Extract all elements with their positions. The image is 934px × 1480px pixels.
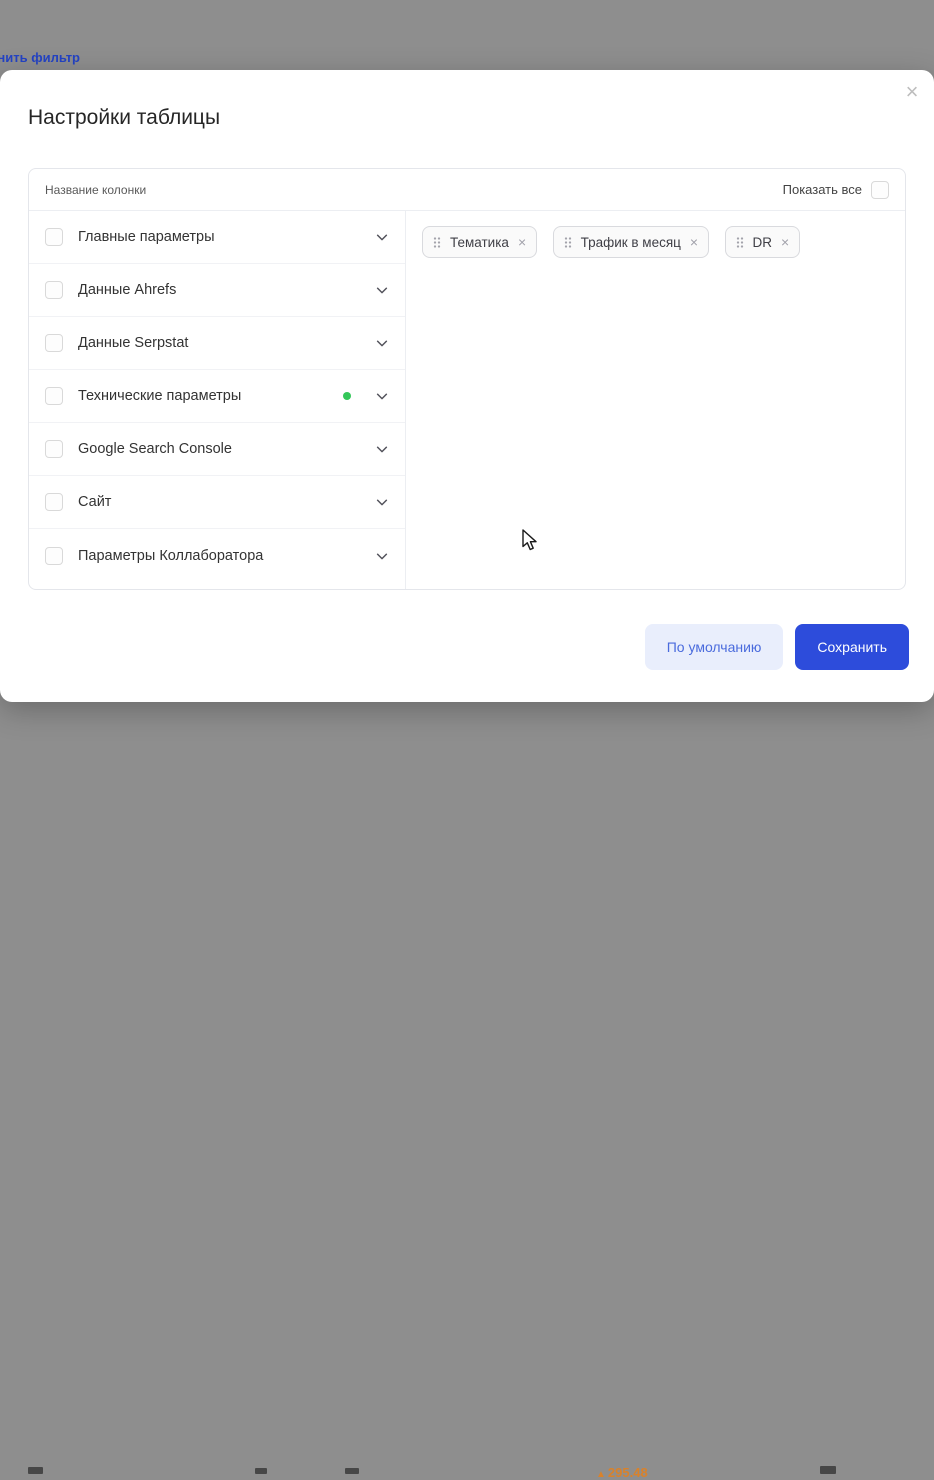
category-checkbox[interactable] xyxy=(45,281,63,299)
modal-title: Настройки таблицы xyxy=(28,106,220,130)
drag-handle-icon[interactable] xyxy=(433,236,441,249)
clipped-text-fragment xyxy=(28,1467,43,1474)
chevron-down-icon[interactable] xyxy=(375,336,389,350)
chevron-down-icon[interactable] xyxy=(375,442,389,456)
column-chip-trafik[interactable]: Трафик в месяц × xyxy=(553,226,710,258)
category-checkbox[interactable] xyxy=(45,334,63,352)
clipped-text-fragment xyxy=(255,1468,267,1474)
chip-label: DR xyxy=(753,235,773,250)
dimmed-page-bottom: ▲295.48 xyxy=(0,702,934,772)
category-checkbox[interactable] xyxy=(45,387,63,405)
category-checkbox[interactable] xyxy=(45,547,63,565)
selected-columns-area: Тематика × Трафик в месяц × xyxy=(406,211,905,590)
stat-number: 295.48 xyxy=(608,1465,648,1480)
category-label: Главные параметры xyxy=(78,229,360,245)
chevron-down-icon[interactable] xyxy=(375,283,389,297)
chevron-down-icon[interactable] xyxy=(375,389,389,403)
category-row-site[interactable]: Сайт xyxy=(29,476,405,529)
category-row-google-search-console[interactable]: Google Search Console xyxy=(29,423,405,476)
dimmed-page-top: Сохранить фильтр xyxy=(0,0,934,70)
show-all-label: Показать все xyxy=(783,182,862,197)
chevron-down-icon[interactable] xyxy=(375,495,389,509)
clipped-stat-value: ▲295.48 xyxy=(596,1465,648,1480)
chip-label: Трафик в месяц xyxy=(581,235,681,250)
category-label: Сайт xyxy=(78,494,360,510)
category-list: Главные параметры Данные Ahrefs Данные S… xyxy=(29,211,406,590)
column-chip-dr[interactable]: DR × xyxy=(725,226,801,258)
category-row-serpstat[interactable]: Данные Serpstat xyxy=(29,317,405,370)
category-label: Данные Serpstat xyxy=(78,335,360,351)
category-checkbox[interactable] xyxy=(45,493,63,511)
remove-chip-icon[interactable]: × xyxy=(690,235,698,249)
category-row-technical-params[interactable]: Технические параметры xyxy=(29,370,405,423)
remove-chip-icon[interactable]: × xyxy=(518,235,526,249)
category-row-collaborator-params[interactable]: Параметры Коллаборатора xyxy=(29,529,405,582)
clipped-text-fragment xyxy=(820,1466,836,1474)
close-icon[interactable]: × xyxy=(900,80,924,104)
category-row-ahrefs[interactable]: Данные Ahrefs xyxy=(29,264,405,317)
green-status-dot xyxy=(343,392,351,400)
default-settings-button[interactable]: По умолчанию xyxy=(645,624,784,670)
drag-handle-icon[interactable] xyxy=(736,236,744,249)
category-checkbox[interactable] xyxy=(45,440,63,458)
column-name-label: Название колонки xyxy=(45,183,146,197)
category-label: Данные Ahrefs xyxy=(78,282,360,298)
save-filter-link[interactable]: Сохранить фильтр xyxy=(0,50,80,65)
drag-handle-icon[interactable] xyxy=(564,236,572,249)
chevron-down-icon[interactable] xyxy=(375,549,389,563)
chip-label: Тематика xyxy=(450,235,509,250)
chevron-down-icon[interactable] xyxy=(375,230,389,244)
category-label: Параметры Коллаборатора xyxy=(78,548,360,564)
category-checkbox[interactable] xyxy=(45,228,63,246)
panel-body: Главные параметры Данные Ahrefs Данные S… xyxy=(29,211,905,590)
columns-panel: Название колонки Показать все Главные па… xyxy=(28,168,906,590)
page: { "overlay": { "filter_link": "Сохранить… xyxy=(0,0,934,772)
up-arrow-icon: ▲ xyxy=(596,1469,606,1480)
save-button[interactable]: Сохранить xyxy=(795,624,909,670)
clipped-text-fragment xyxy=(345,1468,359,1474)
category-row-main-params[interactable]: Главные параметры xyxy=(29,211,405,264)
show-all-checkbox[interactable] xyxy=(871,181,889,199)
category-label: Технические параметры xyxy=(78,388,328,404)
remove-chip-icon[interactable]: × xyxy=(781,235,789,249)
table-settings-modal: × Настройки таблицы Название колонки Пок… xyxy=(0,70,934,702)
show-all-control: Показать все xyxy=(783,181,889,199)
modal-footer: По умолчанию Сохранить xyxy=(645,624,909,670)
category-label: Google Search Console xyxy=(78,441,360,457)
panel-header: Название колонки Показать все xyxy=(29,169,905,211)
column-chip-tematika[interactable]: Тематика × xyxy=(422,226,537,258)
